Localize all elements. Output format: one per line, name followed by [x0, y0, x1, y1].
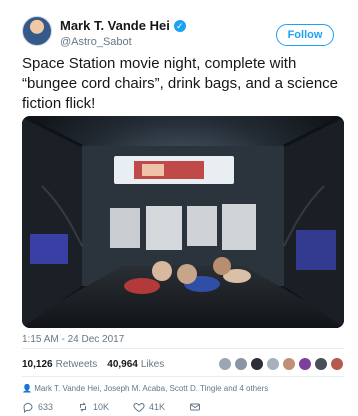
- tweet-text: Space Station movie night, complete with…: [22, 55, 339, 112]
- tweet-timestamp[interactable]: 1:15 AM - 24 Dec 2017: [22, 334, 124, 345]
- engagement-stats: 10,126 Retweets 40,964 Likes: [22, 356, 344, 372]
- liker-avatar[interactable]: [218, 357, 232, 371]
- avatar[interactable]: [22, 16, 52, 46]
- direct-message-action[interactable]: [189, 401, 205, 413]
- reply-count: 633: [38, 402, 54, 412]
- reply-action[interactable]: 633: [22, 401, 53, 413]
- person-icon: 👤: [22, 384, 35, 393]
- tagged-users[interactable]: 👤 Mark T. Vande Hei, Joseph M. Acaba, Sc…: [22, 384, 268, 393]
- author-name[interactable]: Mark T. Vande Hei ✓: [60, 18, 186, 33]
- retweet-action[interactable]: 10K: [77, 401, 109, 413]
- retweets-stat[interactable]: 10,126 Retweets: [22, 359, 97, 370]
- retweets-label[interactable]: Retweets: [56, 359, 98, 370]
- tagged-users-text[interactable]: Mark T. Vande Hei, Joseph M. Acaba, Scot…: [34, 384, 268, 393]
- likes-count[interactable]: 40,964: [107, 359, 138, 370]
- retweets-count[interactable]: 10,126: [22, 359, 53, 370]
- tweet-header: Mark T. Vande Hei ✓ @Astro_Sabot Follow: [16, 14, 346, 54]
- likes-label[interactable]: Likes: [141, 359, 164, 370]
- liker-avatar[interactable]: [298, 357, 312, 371]
- like-icon: [133, 402, 145, 413]
- follow-button[interactable]: Follow: [276, 24, 334, 46]
- retweet-icon: [80, 402, 87, 412]
- verified-icon: ✓: [173, 20, 186, 32]
- divider-bottom: [22, 376, 344, 377]
- liker-avatar[interactable]: [330, 357, 344, 371]
- liker-avatar[interactable]: [250, 357, 264, 371]
- liker-avatar[interactable]: [234, 357, 248, 371]
- like-count: 41K: [149, 402, 166, 412]
- tweet-card: Mark T. Vande Hei ✓ @Astro_Sabot Follow S…: [6, 4, 352, 414]
- iss-movie-night-photo: [22, 116, 344, 328]
- liker-avatars[interactable]: [218, 357, 344, 371]
- reply-icon: [23, 402, 33, 413]
- liker-avatar[interactable]: [282, 357, 296, 371]
- likes-stat[interactable]: 40,964 Likes: [107, 359, 164, 370]
- liker-avatar[interactable]: [314, 357, 328, 371]
- mail-icon: [190, 403, 201, 411]
- tweet-actions: 633 10K 41K: [22, 400, 222, 414]
- tweet-photo[interactable]: [22, 116, 344, 328]
- author-handle[interactable]: @Astro_Sabot: [60, 36, 132, 48]
- author-name-text[interactable]: Mark T. Vande Hei: [60, 18, 170, 33]
- divider-top: [22, 348, 344, 349]
- like-action[interactable]: 41K: [133, 401, 165, 413]
- retweet-count: 10K: [93, 402, 110, 412]
- liker-avatar[interactable]: [266, 357, 280, 371]
